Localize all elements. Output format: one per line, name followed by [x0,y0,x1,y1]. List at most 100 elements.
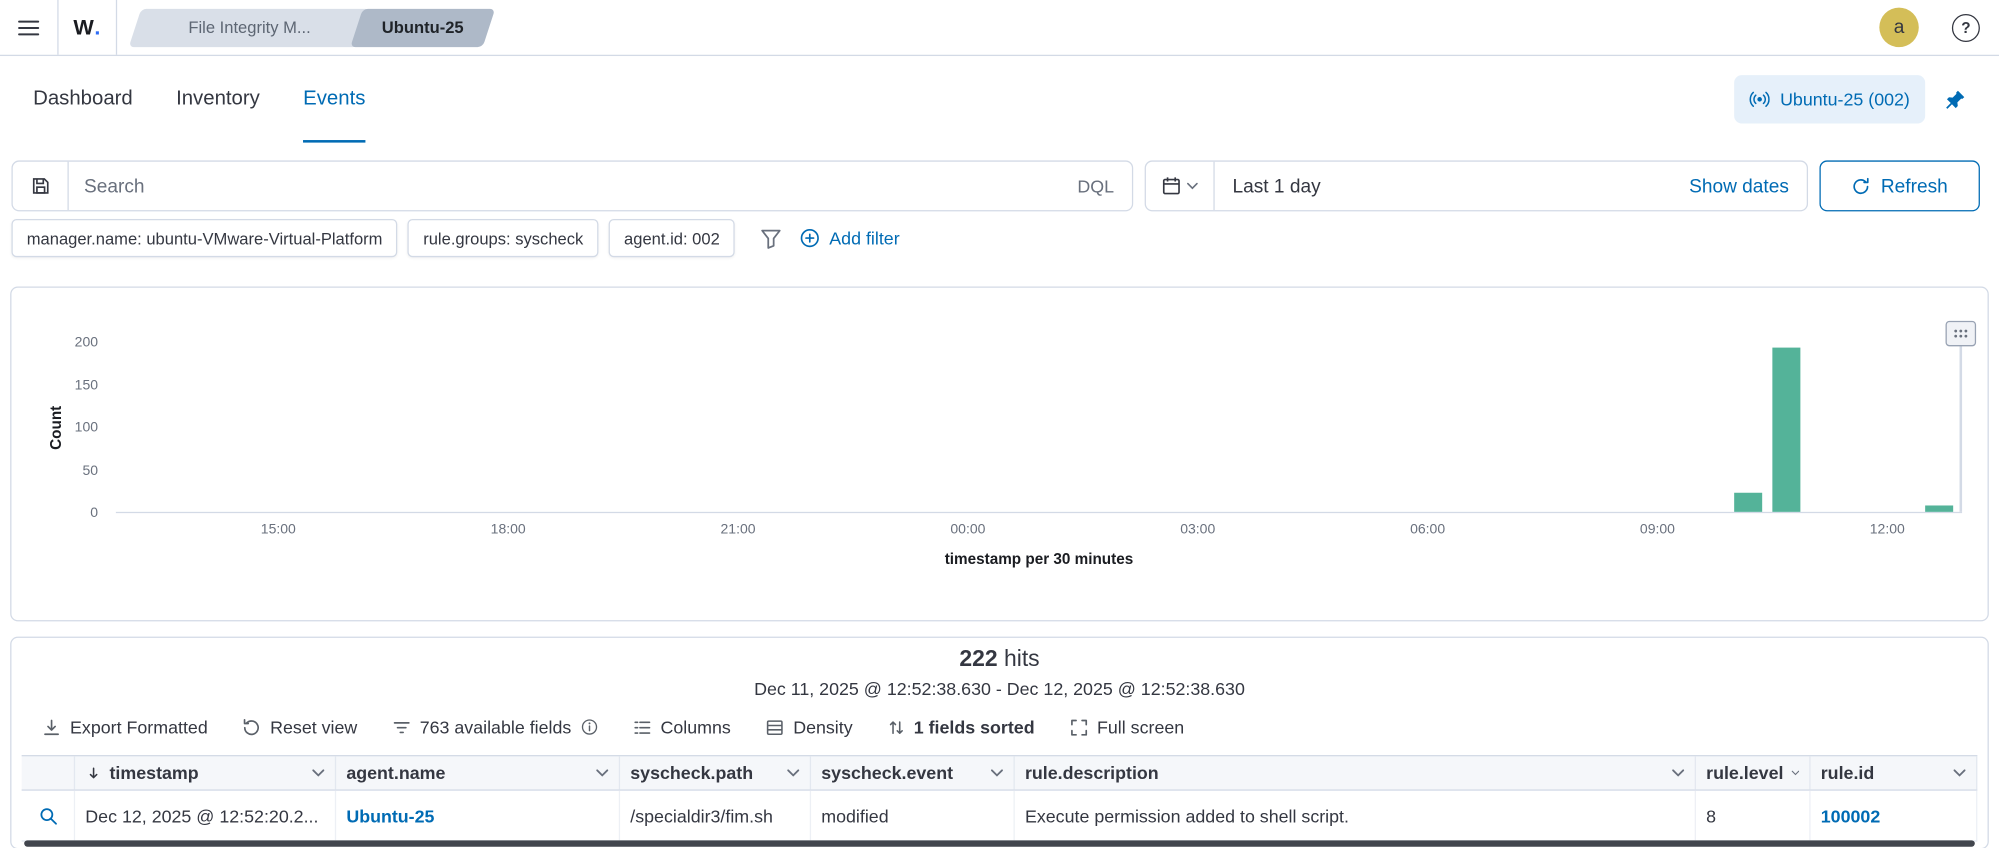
menu-button[interactable] [0,0,59,55]
show-dates-link[interactable]: Show dates [1689,175,1807,197]
pin-button[interactable] [1944,88,1966,110]
density-button[interactable]: Density [765,717,852,737]
column-header-agent-name[interactable]: agent.name [336,756,620,789]
histogram-bar[interactable] [1734,493,1762,512]
export-label: Export Formatted [70,717,208,737]
cell-syscheck-event: modified [811,791,1015,841]
filter-pill[interactable]: rule.groups: syscheck [408,219,599,257]
column-label: syscheck.event [821,763,953,783]
chevron-down-icon [596,769,609,777]
app-root: W. File Integrity M... Ubuntu-25 a ? Das… [0,0,1999,848]
chart-drag-handle[interactable] [1946,321,1977,346]
cell-syscheck-path: /specialdir3/fim.sh [620,791,811,841]
sort-icon [887,717,905,736]
refresh-icon [1852,176,1871,195]
hits-date-range: Dec 11, 2025 @ 12:52:38.630 - Dec 12, 20… [11,679,1987,699]
saved-query-button[interactable] [13,162,69,210]
question-icon: ? [1952,13,1980,41]
column-header-rule-level[interactable]: rule.level [1696,756,1811,789]
breadcrumb-tab-label: Ubuntu-25 [382,18,464,37]
histogram-panel: Count 200 150 100 50 0 15:0018:0021:0000… [10,286,1989,621]
column-header-rule-description[interactable]: rule.description [1015,756,1696,789]
x-tick: 18:00 [491,522,526,537]
available-fields-label: 763 available fields [420,717,572,737]
column-header-syscheck-event[interactable]: syscheck.event [811,756,1015,789]
sorted-fields-button[interactable]: 1 fields sorted [887,717,1035,737]
columns-icon [632,717,651,736]
agent-link[interactable]: Ubuntu-25 [346,805,434,825]
column-label: rule.level [1706,763,1783,783]
columns-label: Columns [660,717,730,737]
header-control-column [22,756,75,789]
tab-dashboard[interactable]: Dashboard [33,56,133,143]
x-tick: 00:00 [950,522,985,537]
chart-plot[interactable]: 15:0018:0021:0000:0003:0006:0009:0012:00 [116,343,1962,514]
refresh-button[interactable]: Refresh [1819,160,1979,211]
hits-count: 222 [959,646,997,671]
column-header-syscheck-path[interactable]: syscheck.path [620,756,811,789]
hits-label: hits [1004,646,1040,671]
hamburger-icon [18,18,40,36]
histogram-bar[interactable] [1926,506,1954,512]
x-tick: 21:00 [721,522,756,537]
info-icon [580,718,598,736]
breadcrumb-tab-agent[interactable]: Ubuntu-25 [357,8,489,46]
fullscreen-label: Full screen [1097,717,1184,737]
grid-toolbar: Export Formatted Reset view 763 availabl… [11,714,1987,739]
reset-view-button[interactable]: Reset view [242,717,357,737]
drag-dots-icon [1953,328,1968,338]
y-tick: 200 [11,335,98,350]
pin-icon [1944,88,1966,110]
filter-pill[interactable]: manager.name: ubuntu-VMware-Virtual-Plat… [11,219,397,257]
inspect-document-button[interactable] [38,805,58,825]
search-input[interactable] [69,175,1078,197]
search-bar-row: DQL Last 1 day Show dates Refresh [11,160,1987,211]
broadcast-icon [1750,89,1770,109]
help-button[interactable]: ? [1952,13,1980,41]
filter-options-button[interactable] [761,227,783,249]
y-tick: 100 [11,420,98,435]
agent-selector-label: Ubuntu-25 (002) [1780,89,1910,109]
fullscreen-button[interactable]: Full screen [1069,717,1184,737]
x-tick: 06:00 [1410,522,1445,537]
avatar[interactable]: a [1879,8,1918,47]
cell-timestamp: Dec 12, 2025 @ 12:52:20.2... [75,791,336,841]
magnifier-icon [38,805,58,825]
sort-desc-icon [85,765,102,782]
reset-icon [242,717,261,736]
available-fields-button[interactable]: 763 available fields [392,717,598,737]
funnel-icon [761,227,783,249]
export-button[interactable]: Export Formatted [42,717,208,737]
nav-right: Ubuntu-25 (002) [1734,75,1966,123]
tab-inventory[interactable]: Inventory [176,56,260,143]
chevron-down-icon [1672,769,1685,777]
app-logo[interactable]: W. [59,0,118,55]
table-row: Dec 12, 2025 @ 12:52:20.2... Ubuntu-25 /… [22,791,1978,842]
y-tick: 0 [11,505,98,520]
breadcrumb-tab-module[interactable]: File Integrity M... [135,8,364,46]
column-header-timestamp[interactable]: timestamp [75,756,336,789]
filter-pill[interactable]: agent.id: 002 [609,219,735,257]
column-label: rule.id [1821,763,1874,783]
rule-id-link[interactable]: 100002 [1821,805,1880,825]
logo-dot: . [94,15,101,40]
columns-button[interactable]: Columns [632,717,730,737]
sorted-fields-label: 1 fields sorted [914,717,1035,737]
topbar-right: a ? [1879,8,1999,47]
time-range-label[interactable]: Last 1 day [1215,175,1689,197]
column-header-rule-id[interactable]: rule.id [1811,756,1978,789]
agent-selector-button[interactable]: Ubuntu-25 (002) [1734,75,1925,123]
plus-circle-icon [800,228,820,248]
histogram-bar[interactable] [1772,347,1800,512]
logo-text: W [73,15,94,40]
cell-agent-name: Ubuntu-25 [336,791,620,841]
column-label: rule.description [1025,763,1159,783]
chart-annotation-line [1960,334,1963,512]
table-scrollbar[interactable] [24,840,1975,846]
add-filter-button[interactable]: Add filter [800,228,900,248]
x-tick: 15:00 [261,522,296,537]
results-panel: 222 hits Dec 11, 2025 @ 12:52:38.630 - D… [10,637,1989,848]
date-picker-button[interactable] [1146,162,1215,210]
tab-events[interactable]: Events [303,56,365,143]
chevron-down-icon [1953,769,1966,777]
